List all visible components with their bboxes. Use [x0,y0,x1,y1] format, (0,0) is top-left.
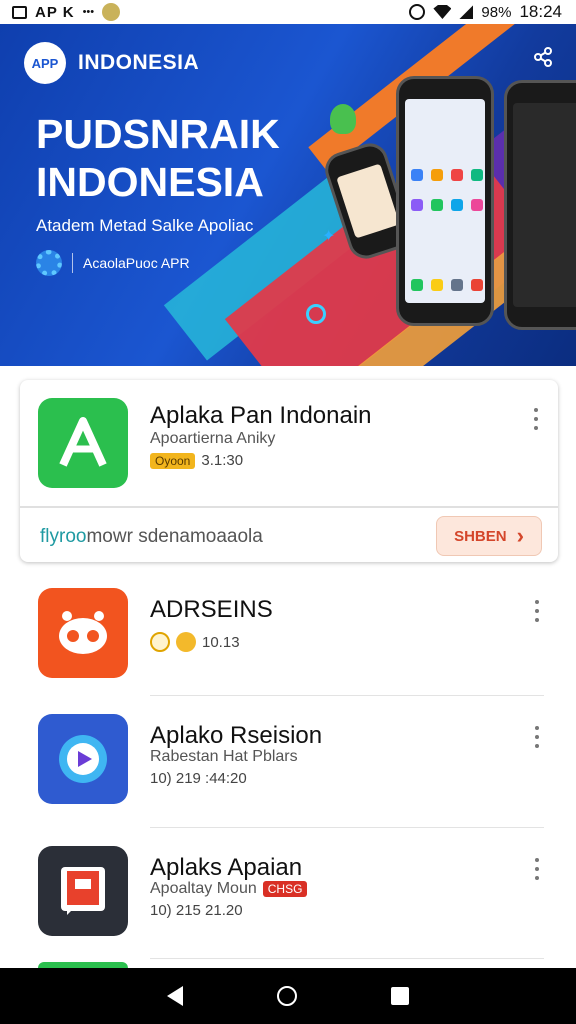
app-meta: Oyoon 3.1:30 [150,452,243,469]
app-icon-mini [431,279,443,291]
alarm-icon [409,4,426,20]
app-icon-mini [451,199,463,211]
banner-title: PUDSNRAIK INDONESIA [36,110,336,206]
app-meta: 10) 215 21.20 [150,902,243,919]
hero-banner[interactable]: APP INDONESIA PUDSNRAIK INDONESIA Atadem… [0,24,576,366]
banner-title-line2: INDONESIA [36,159,264,205]
app-meta-value: 3.1:30 [201,452,244,469]
app-icon-mini [411,169,423,181]
emoji-icon [102,3,121,21]
phone-screen [336,163,400,239]
more-vert-icon[interactable] [533,408,539,430]
app-meta: 10.13 [150,632,240,652]
carrier-label: AP K [35,3,75,21]
status-left: AP K ••• [12,3,121,21]
subscribe-button-label: SHBEN [454,527,507,545]
gear-icon [36,250,62,276]
list-item[interactable]: Aplaks Apaian Apoaltay Moun CHSG 10) 215… [0,832,576,962]
app-icon-mini [471,199,483,211]
mascot-icon [330,104,356,134]
row-separator [150,958,544,959]
card-divider [20,506,558,508]
app-icon[interactable] [38,846,128,936]
row-separator [150,695,544,696]
nav-home-icon[interactable] [277,986,297,1006]
app-title[interactable]: Aplako Rseision [150,722,322,750]
more-vert-icon[interactable] [534,858,540,880]
app-title[interactable]: ADRSEINS [150,596,273,624]
brand-name: INDONESIA [78,51,200,74]
card-link[interactable]: flyroomowr sdenamoaaola [40,526,263,548]
clock: 18:24 [519,2,562,21]
phone-illustration [396,76,494,326]
app-icon-mini [471,169,483,181]
app-meta: 10) 219 :44:20 [150,770,247,787]
status-right: 98% 18:24 [409,2,562,22]
wifi-icon [433,5,452,19]
app-subtitle: Rabestan Hat Pblars [150,748,298,765]
card-link-accent: flyroo [40,526,87,547]
subscribe-button[interactable]: SHBEN › [436,516,542,556]
share-icon[interactable] [532,46,554,68]
app-logo: APP [24,42,66,84]
status-bar: AP K ••• 98% 18:24 [0,0,576,24]
chevron-right-icon: › [516,523,524,548]
app-icon-mini [411,199,423,211]
navigation-bar [0,968,576,1024]
card-link-rest: mowr sdenamoaaola [86,526,263,547]
row-separator [150,827,544,828]
banner-subtitle: Atadem Metad Salke Apoliac [36,216,254,235]
battery-label: 98% [481,3,512,21]
app-icon[interactable] [38,714,128,804]
app-title[interactable]: Aplaks Apaian [150,854,302,882]
app-icon-mini [431,199,443,211]
app-icon[interactable] [38,588,128,678]
app-icon-mini [451,169,463,181]
app-subtitle: Apoaltay Moun [150,880,257,897]
app-icon-mini [471,279,483,291]
more-vert-icon[interactable] [534,726,540,748]
phone-screen [405,99,485,303]
phone-illustration [504,80,576,330]
banner-title-line1: PUDSNRAIK [36,111,280,157]
nav-recent-icon[interactable] [391,987,409,1005]
divider [72,253,73,273]
featured-app-card[interactable]: Aplaka Pan Indonain Apoartierna Aniky Oy… [20,380,558,562]
signal-icon [459,5,474,19]
app-icon-mini [451,279,463,291]
app-badge: Oyoon [150,452,196,469]
banner-footer-text: AcaolaPuoc APR [83,255,190,271]
notification-dots: ••• [82,6,95,18]
app-subtitle: Apoartierna Aniky [150,430,276,447]
app-meta-value: 10) 219 :44:20 [150,770,247,787]
phone-screen [513,103,576,307]
app-icon-mini [431,169,443,181]
app-icon[interactable] [38,398,128,488]
app-meta-value: 10.13 [202,633,240,651]
nav-back-icon[interactable] [167,986,183,1006]
coin-icon [150,632,170,652]
list-item[interactable]: ADRSEINS 10.13 [0,574,576,704]
app-meta-value: 10) 215 21.20 [150,902,243,919]
list-item[interactable]: Aplako Rseision Rabestan Hat Pblars 10) … [0,700,576,830]
more-vert-icon[interactable] [534,600,540,622]
brand: APP INDONESIA [24,42,199,84]
app-title[interactable]: Aplaka Pan Indonain [150,402,372,430]
banner-footer: AcaolaPuoc APR [36,250,190,276]
star-icon: ✦ [322,228,336,245]
app-icon-mini [411,279,423,291]
gallery-icon [12,5,27,19]
app-badge: CHSG [262,881,308,897]
app-subtitle-row: Apoaltay Moun CHSG [150,880,308,898]
like-icon [176,632,196,652]
ring-decoration [306,304,326,324]
